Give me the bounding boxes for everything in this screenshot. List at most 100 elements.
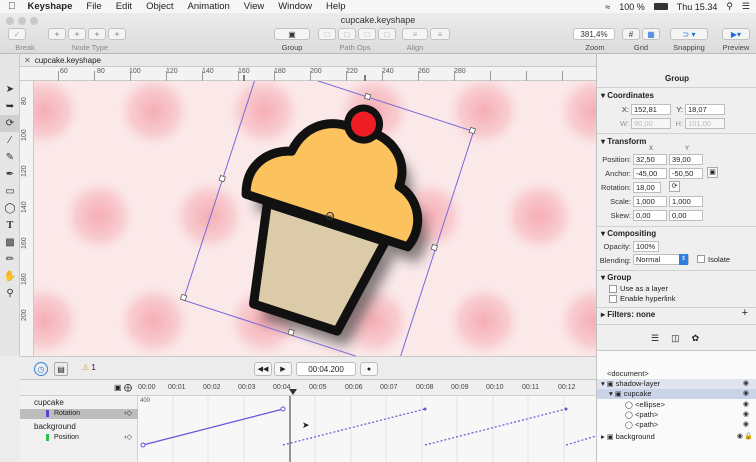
group-button[interactable]: ▣ — [274, 28, 310, 40]
close-tab-icon[interactable]: ✕ — [24, 56, 31, 65]
use-as-layer-checkbox[interactable] — [609, 285, 617, 293]
rewind-button[interactable]: ◀◀ — [254, 362, 272, 376]
menu-list-icon[interactable]: ☰ — [742, 1, 750, 12]
skew-y-field[interactable]: 0,00 — [669, 210, 703, 221]
layer-row[interactable]: ▾ ▣ cupcake ◉ — [597, 389, 756, 399]
scale-y-field[interactable]: 1,000 — [669, 196, 703, 207]
layer-row[interactable]: ▾ ▣ shadow-layer ◉ — [597, 379, 756, 389]
eyedropper-tool-icon[interactable]: ✏ — [0, 251, 20, 268]
node-type-corner-button[interactable]: ✦ — [48, 28, 66, 40]
timeline-mode-icon[interactable]: ◷ — [34, 362, 48, 376]
menu-file[interactable]: File — [86, 1, 101, 12]
layer-row[interactable]: ◯ <path> ◉ — [597, 410, 756, 420]
menu-object[interactable]: Object — [146, 1, 173, 12]
zoom-tool-icon[interactable]: ⚲ — [0, 285, 20, 302]
image-tool-icon[interactable]: ▩ — [0, 234, 20, 251]
timeline-graph[interactable] — [138, 396, 596, 462]
add-filter-button[interactable]: + — [742, 307, 748, 319]
layer-row[interactable]: <document> — [597, 369, 756, 379]
align-vertical-button[interactable]: ≡ — [430, 28, 450, 40]
path-op-subtract-button[interactable]: □ — [338, 28, 356, 40]
playhead-handle[interactable] — [289, 389, 297, 395]
play-button[interactable]: ▶ — [274, 362, 292, 376]
layer-row[interactable]: ▸ ▣ background ◉ 🔒 — [597, 432, 756, 442]
eye-icon[interactable]: ◉ — [737, 432, 743, 442]
break-nodes-button[interactable]: ✓ — [8, 28, 26, 40]
eye-icon[interactable]: ◉ — [743, 400, 749, 410]
line-tool-icon[interactable]: ∕ — [0, 132, 20, 149]
hand-tool-icon[interactable]: ✋ — [0, 268, 20, 285]
position-x-field[interactable]: 32,50 — [633, 154, 667, 165]
layer-row[interactable]: ◯ <ellipse> ◉ — [597, 400, 756, 410]
rectangle-tool-icon[interactable]: ▭ — [0, 183, 20, 200]
preview-button[interactable]: ▶▾ — [722, 28, 750, 40]
keyframe-diamond-icon[interactable]: ‹◇ — [124, 409, 132, 419]
compositing-section[interactable]: ▾ Compositing — [601, 229, 656, 238]
coordinates-section[interactable]: ▾ Coordinates — [601, 91, 654, 100]
battery-icon[interactable] — [653, 3, 668, 10]
track-position-property[interactable]: Position ‹◇ — [20, 433, 138, 443]
opacity-field[interactable]: 100% — [633, 241, 659, 252]
eye-icon[interactable]: ◉ — [743, 389, 749, 399]
frames-mode-icon[interactable]: ▤ — [54, 362, 68, 376]
layers-panel-icon[interactable]: ☰ — [651, 333, 659, 344]
zoom-field[interactable]: 381,4% — [573, 28, 615, 40]
drawing-canvas[interactable] — [34, 81, 596, 356]
record-button[interactable]: ● — [360, 362, 378, 376]
ellipse-tool-icon[interactable]: ◯ — [0, 200, 20, 217]
battery-percent[interactable]: 100 % — [619, 2, 645, 12]
rotate-tool-icon[interactable]: ⟳ — [0, 115, 20, 132]
assets-panel-icon[interactable]: ◫ — [671, 333, 680, 344]
menu-animation[interactable]: Animation — [188, 1, 230, 12]
keyframe-diamond-icon[interactable]: ‹◇ — [124, 433, 132, 443]
document-tab[interactable]: ✕ cupcake.keyshape — [20, 54, 596, 67]
y-field[interactable]: 18,07 — [685, 104, 725, 115]
lock-icon[interactable]: 🔒 — [744, 432, 753, 442]
transform-section[interactable]: ▾ Transform — [601, 137, 646, 146]
current-time-field[interactable]: 00:04.200 — [296, 362, 356, 376]
eye-icon[interactable]: ◉ — [743, 379, 749, 389]
node-type-symmetric-button[interactable]: ✦ — [88, 28, 106, 40]
align-horizontal-button[interactable]: ≡ — [402, 28, 428, 40]
path-op-exclude-button[interactable]: □ — [378, 28, 396, 40]
h-field[interactable]: 101,00 — [685, 118, 725, 129]
pencil-tool-icon[interactable]: ✎ — [0, 149, 20, 166]
menu-help[interactable]: Help — [326, 1, 346, 12]
blending-select[interactable]: Normal ⇕ — [633, 254, 689, 265]
symbols-panel-icon[interactable]: ✿ — [692, 333, 700, 344]
rotation-field[interactable]: 18,00 — [633, 182, 661, 193]
path-op-intersect-button[interactable]: □ — [358, 28, 376, 40]
add-keyframe-icon[interactable]: ⨁ — [124, 383, 132, 392]
path-op-union-button[interactable]: □ — [318, 28, 336, 40]
isolate-checkbox[interactable] — [697, 255, 705, 263]
snapping-button[interactable]: ⊃ ▾ — [670, 28, 708, 40]
filters-section[interactable]: ▸ Filters: none — [601, 310, 655, 319]
node-select-tool-icon[interactable]: ➥ — [0, 98, 20, 115]
position-y-field[interactable]: 39,00 — [669, 154, 703, 165]
text-tool-icon[interactable]: T — [0, 217, 20, 234]
select-tool-icon[interactable]: ➤ — [0, 81, 20, 98]
track-rotation-property[interactable]: Rotation ‹◇ — [20, 409, 138, 419]
menu-app[interactable]: Keyshape — [28, 1, 73, 12]
artwork[interactable] — [34, 81, 596, 356]
disclosure-icon[interactable]: ▾ — [609, 389, 613, 398]
grid-options-button[interactable]: ▦ — [642, 28, 660, 40]
apple-icon[interactable]:  — [8, 1, 16, 12]
group-section[interactable]: ▾ Group — [601, 273, 631, 282]
w-field[interactable]: 90,00 — [631, 118, 671, 129]
track-background[interactable]: background — [20, 422, 138, 432]
skew-x-field[interactable]: 0,00 — [633, 210, 667, 221]
clock[interactable]: Thu 15.34 — [677, 2, 718, 12]
disclosure-icon[interactable]: ▾ — [601, 379, 605, 388]
eye-icon[interactable]: ◉ — [743, 410, 749, 420]
x-field[interactable]: 152,81 — [631, 104, 671, 115]
eye-icon[interactable]: ◉ — [743, 420, 749, 430]
scale-x-field[interactable]: 1,000 — [633, 196, 667, 207]
enable-hyperlink-checkbox[interactable] — [609, 295, 617, 303]
track-cupcake[interactable]: cupcake — [20, 398, 138, 408]
spotlight-icon[interactable]: ⚲ — [726, 1, 733, 12]
menu-view[interactable]: View — [244, 1, 264, 12]
grid-button[interactable]: # — [622, 28, 640, 40]
menu-edit[interactable]: Edit — [116, 1, 132, 12]
anchor-x-field[interactable]: -45,00 — [633, 168, 667, 179]
